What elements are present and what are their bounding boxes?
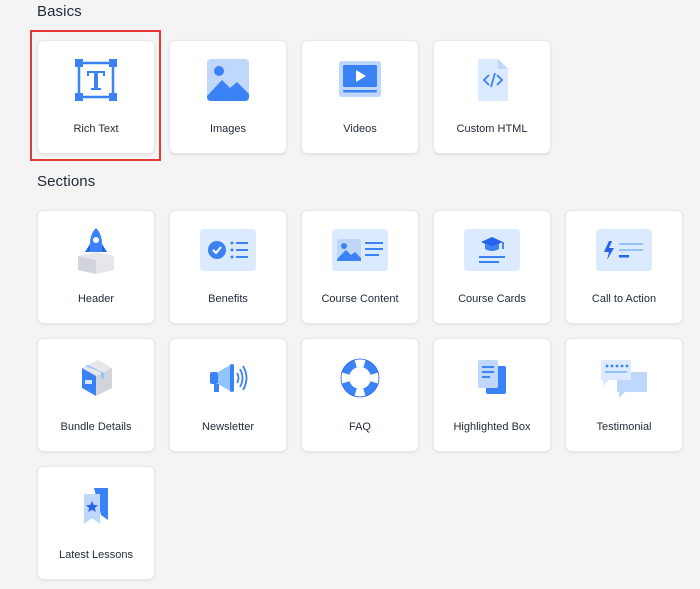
block-custom-html[interactable]: Custom HTML bbox=[433, 40, 551, 154]
block-label: Header bbox=[77, 293, 115, 305]
block-images[interactable]: Images bbox=[169, 40, 287, 154]
block-label: Highlighted Box bbox=[453, 421, 531, 433]
block-latest-lessons[interactable]: Latest Lessons bbox=[37, 466, 155, 580]
block-label: Latest Lessons bbox=[59, 549, 133, 561]
block-header[interactable]: Header bbox=[37, 210, 155, 324]
block-label: Call to Action bbox=[591, 293, 657, 305]
graduation-cap-icon bbox=[434, 225, 550, 275]
block-label: Custom HTML bbox=[456, 123, 528, 135]
block-rich-text[interactable]: Rich Text bbox=[37, 40, 155, 154]
megaphone-icon bbox=[170, 353, 286, 403]
badge-list-icon bbox=[170, 225, 286, 275]
image-icon bbox=[170, 55, 286, 105]
block-label: FAQ bbox=[348, 421, 371, 433]
block-videos[interactable]: Videos bbox=[301, 40, 419, 154]
rocket-icon bbox=[38, 225, 154, 275]
block-label: Rich Text bbox=[73, 123, 119, 135]
video-icon bbox=[302, 55, 418, 105]
block-benefits[interactable]: Benefits bbox=[169, 210, 287, 324]
image-text-icon bbox=[302, 225, 418, 275]
block-label: Videos bbox=[343, 123, 377, 135]
documents-icon bbox=[434, 353, 550, 403]
block-label: Benefits bbox=[208, 293, 248, 305]
block-newsletter[interactable]: Newsletter bbox=[169, 338, 287, 452]
block-faq[interactable]: FAQ bbox=[301, 338, 419, 452]
block-testimonial[interactable]: Testimonial bbox=[565, 338, 683, 452]
block-label: Newsletter bbox=[202, 421, 254, 433]
block-bundle-details[interactable]: Bundle Details bbox=[37, 338, 155, 452]
block-label: Images bbox=[209, 123, 247, 135]
chat-bubbles-icon bbox=[566, 353, 682, 403]
block-call-to-action[interactable]: Call to Action bbox=[565, 210, 683, 324]
code-file-icon bbox=[434, 55, 550, 105]
lightning-icon bbox=[566, 225, 682, 275]
block-course-content[interactable]: Course Content bbox=[301, 210, 419, 324]
block-label: Testimonial bbox=[596, 421, 652, 433]
block-label: Course Content bbox=[321, 293, 399, 305]
block-highlighted-box[interactable]: Highlighted Box bbox=[433, 338, 551, 452]
box-icon bbox=[38, 353, 154, 403]
block-label: Bundle Details bbox=[60, 421, 132, 433]
block-course-cards[interactable]: Course Cards bbox=[433, 210, 551, 324]
block-label: Course Cards bbox=[458, 293, 526, 305]
rich-text-icon bbox=[38, 55, 154, 105]
lifebuoy-icon bbox=[302, 353, 418, 403]
sections-section-title: Sections bbox=[37, 173, 96, 190]
bookmark-star-icon bbox=[38, 481, 154, 531]
basics-section-title: Basics bbox=[37, 3, 82, 20]
